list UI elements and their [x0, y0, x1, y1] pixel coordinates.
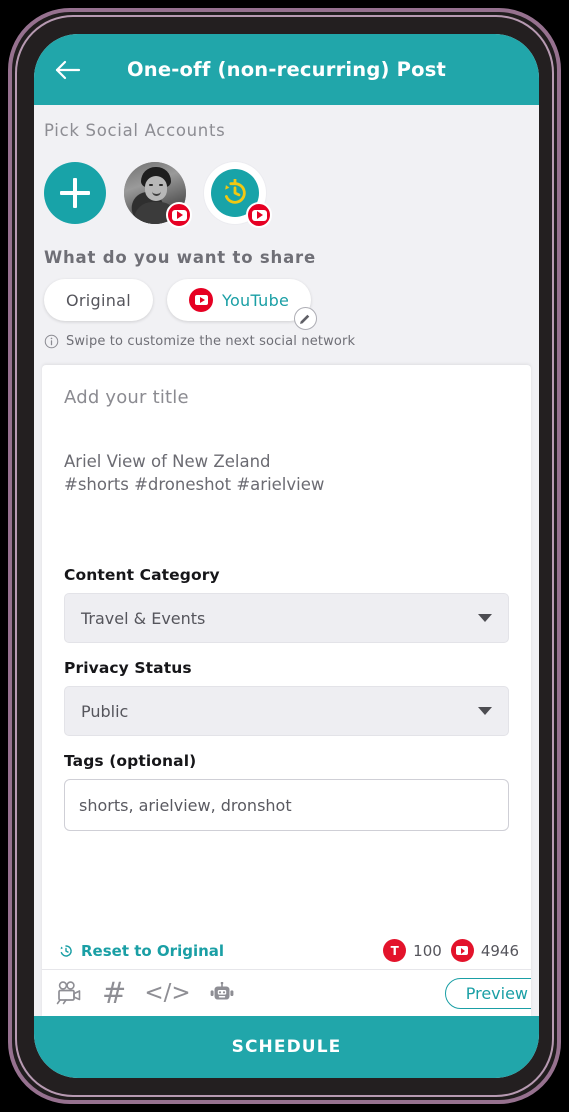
accounts-row [34, 140, 539, 236]
content-category-select[interactable]: Travel & Events [64, 593, 509, 643]
chip-youtube[interactable]: YouTube [167, 279, 318, 330]
tags-value: shorts, arielview, dronshot [79, 795, 292, 815]
avatar-eye-left [149, 184, 153, 186]
picker-section: Pick Social Accounts What do you want to… [34, 105, 539, 365]
youtube-icon-play [177, 211, 183, 219]
compose-card: Add your title Ariel View of New Zeland … [42, 365, 531, 1016]
chip-youtube-label: YouTube [222, 290, 290, 310]
character-counters: T 100 4946 [383, 939, 519, 962]
history-icon [224, 179, 246, 204]
youtube-icon-screen [251, 209, 267, 221]
counter-youtube: 4946 [450, 939, 519, 962]
youtube-icon-screen [456, 946, 469, 955]
compose-scroll-area: Add your title Ariel View of New Zeland … [42, 365, 531, 932]
content-category-label: Content Category [64, 566, 220, 584]
avatar-face [145, 176, 167, 201]
plus-icon-bar [60, 191, 90, 195]
pencil-glyph [300, 314, 310, 324]
chevron-down-icon [478, 707, 492, 715]
back-button[interactable] [48, 50, 88, 90]
content-category-value: Travel & Events [81, 608, 206, 628]
preview-button[interactable]: Preview [444, 977, 531, 1009]
preview-button-label: Preview [465, 983, 528, 1003]
avatar-eye-right [159, 184, 163, 186]
app-header: One-off (non-recurring) Post [34, 34, 539, 105]
arrow-left-icon [55, 60, 81, 79]
add-account-wrap[interactable] [44, 162, 106, 224]
post-body-text[interactable]: Ariel View of New Zeland #shorts #drones… [64, 420, 509, 550]
video-camera-glyph [56, 981, 81, 1005]
hashtag-icon[interactable]: # [102, 978, 126, 1008]
info-icon [44, 334, 59, 349]
user-avatar-wrap[interactable] [124, 162, 192, 228]
privacy-status-value: Public [81, 701, 129, 721]
robot-glyph [210, 982, 234, 1000]
chip-original[interactable]: Original [44, 279, 154, 321]
title-input[interactable]: Add your title [64, 387, 509, 420]
youtube-icon-play [461, 947, 466, 954]
youtube-icon-play [199, 297, 205, 303]
swipe-hint: Swipe to customize the next social netwo… [34, 321, 539, 359]
reset-to-original-label: Reset to Original [81, 941, 225, 960]
phone-frame: One-off (non-recurring) Post Pick Social… [8, 8, 561, 1104]
share-question-label: What do you want to share [44, 248, 316, 267]
history-account-wrap[interactable] [204, 162, 272, 228]
add-account-button[interactable] [44, 162, 106, 224]
schedule-button[interactable]: SCHEDULE [34, 1016, 539, 1078]
tags-label: Tags (optional) [64, 752, 197, 770]
editor-toolbar: # </> Preview [42, 970, 531, 1016]
reset-row: Reset to Original T 100 4946 [42, 932, 531, 970]
restore-icon [60, 944, 72, 957]
code-icon[interactable]: </> [144, 981, 190, 1005]
youtube-icon-screen [194, 295, 208, 305]
title-counter-badge: T [383, 939, 407, 962]
reset-to-original-button[interactable]: Reset to Original [58, 942, 224, 960]
robot-icon[interactable] [209, 982, 235, 1004]
youtube-counter-value: 4946 [480, 941, 519, 960]
chip-original-label: Original [66, 290, 132, 310]
youtube-icon-screen [171, 209, 187, 221]
youtube-icon [166, 202, 192, 228]
youtube-icon [450, 939, 474, 962]
privacy-status-label: Privacy Status [64, 659, 192, 677]
youtube-icon [189, 288, 214, 312]
youtube-icon-play [257, 211, 263, 219]
title-counter-value: 100 [413, 941, 442, 960]
privacy-status-select[interactable]: Public [64, 686, 509, 736]
chevron-down-icon [478, 614, 492, 622]
swipe-hint-text: Swipe to customize the next social netwo… [66, 334, 356, 349]
video-camera-icon[interactable] [56, 981, 84, 1005]
counter-title: T 100 [383, 939, 442, 962]
youtube-icon [246, 202, 272, 228]
app-screen: One-off (non-recurring) Post Pick Social… [34, 34, 539, 1078]
tags-input[interactable]: shorts, arielview, dronshot [64, 779, 509, 831]
pick-accounts-label: Pick Social Accounts [44, 121, 226, 140]
share-chips: Original YouTube [34, 267, 539, 330]
page-title: One-off (non-recurring) Post [126, 58, 447, 81]
